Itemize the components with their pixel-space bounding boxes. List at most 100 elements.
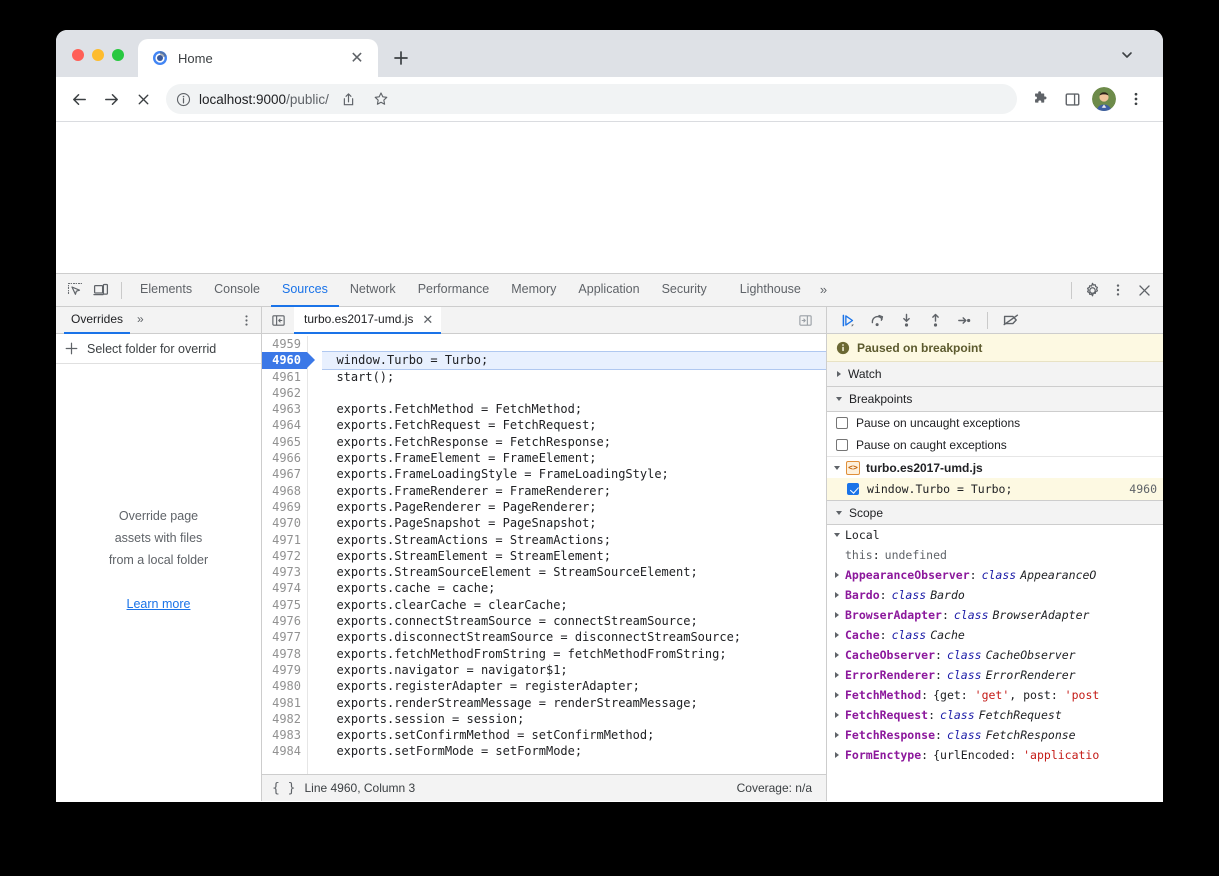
share-button[interactable] [337, 87, 361, 111]
editor-file-tab[interactable]: turbo.es2017-umd.js ✕ [294, 306, 442, 334]
tab-network[interactable]: Network [339, 274, 407, 307]
side-panel-button[interactable] [1057, 84, 1087, 114]
line-number[interactable]: 4963 [262, 401, 307, 417]
close-window-button[interactable] [72, 49, 84, 61]
line-number[interactable]: 4980 [262, 678, 307, 694]
stop-loading-button[interactable] [128, 84, 158, 114]
line-number[interactable]: 4971 [262, 532, 307, 548]
learn-more-link[interactable]: Learn more [127, 593, 191, 615]
maximize-window-button[interactable] [112, 49, 124, 61]
code-editor[interactable]: 4959 4960 4961 4962 4963 4964 4965 4966 4967 4968… [262, 334, 826, 774]
line-number[interactable]: 4975 [262, 597, 307, 613]
line-number[interactable]: 4960 [262, 352, 315, 369]
scope-variable-row[interactable]: FetchRequest: class FetchRequest [827, 705, 1163, 725]
line-number[interactable]: 4979 [262, 662, 307, 678]
line-number[interactable]: 4962 [262, 385, 307, 401]
pause-on-caught-exceptions-row[interactable]: Pause on caught exceptions [827, 434, 1163, 456]
line-number[interactable]: 4983 [262, 727, 307, 743]
device-toolbar-icon[interactable] [88, 277, 114, 303]
line-number[interactable]: 4964 [262, 417, 307, 433]
profile-avatar[interactable] [1092, 87, 1116, 111]
code-line[interactable]: start(); [322, 369, 826, 385]
scope-variable-row[interactable]: CacheObserver: class CacheObserver [827, 645, 1163, 665]
code-line[interactable]: exports.session = session; [322, 711, 826, 727]
line-number[interactable]: 4968 [262, 483, 307, 499]
scope-variable-row[interactable]: this: undefined [827, 545, 1163, 565]
pause-on-uncaught-exceptions-row[interactable]: Pause on uncaught exceptions [827, 412, 1163, 434]
code-line[interactable]: exports.StreamElement = StreamElement; [322, 548, 826, 564]
navigator-more-tabs-button[interactable]: » [130, 307, 150, 334]
line-number[interactable]: 4982 [262, 711, 307, 727]
line-number[interactable]: 4970 [262, 515, 307, 531]
chevron-right-icon[interactable] [835, 712, 839, 718]
scope-variable-row[interactable]: AppearanceObserver: class AppearanceO [827, 565, 1163, 585]
code-line[interactable]: exports.FetchMethod = FetchMethod; [322, 401, 826, 417]
extensions-button[interactable] [1025, 84, 1055, 114]
code-line[interactable]: exports.FrameLoadingStyle = FrameLoading… [322, 466, 826, 482]
code-line[interactable]: exports.PageRenderer = PageRenderer; [322, 499, 826, 515]
chevron-right-icon[interactable] [835, 632, 839, 638]
pause-on-caught-exceptions-checkbox[interactable] [836, 439, 848, 451]
minimize-window-button[interactable] [92, 49, 104, 61]
close-devtools-button[interactable] [1131, 277, 1157, 303]
code-line[interactable]: exports.registerAdapter = registerAdapte… [322, 678, 826, 694]
chevron-right-icon[interactable] [835, 692, 839, 698]
code-line[interactable] [322, 385, 826, 401]
tab-search-chevron-down-icon[interactable] [1113, 41, 1141, 69]
code-line[interactable]: exports.setFormMode = setFormMode; [322, 743, 826, 759]
line-number[interactable]: 4977 [262, 629, 307, 645]
tab-console[interactable]: Console [203, 274, 271, 307]
scope-variable-row[interactable]: BrowserAdapter: class BrowserAdapter [827, 605, 1163, 625]
code-line[interactable]: exports.disconnectStreamSource = disconn… [322, 629, 826, 645]
chevron-right-icon[interactable] [835, 592, 839, 598]
select-folder-for-overrides-button[interactable]: Select folder for overrid [56, 334, 261, 364]
code-line[interactable]: exports.StreamActions = StreamActions; [322, 532, 826, 548]
tab-elements[interactable]: Elements [129, 274, 203, 307]
tab-lighthouse[interactable]: Lighthouse [718, 274, 812, 307]
scope-variable-row[interactable]: FormEnctype: {urlEncoded: 'applicatio [827, 745, 1163, 765]
inspect-element-icon[interactable] [62, 277, 88, 303]
scope-variable-row[interactable]: Bardo: class Bardo [827, 585, 1163, 605]
step-into-next-function-call-button[interactable] [893, 308, 919, 332]
line-number[interactable]: 4981 [262, 695, 307, 711]
line-number[interactable]: 4965 [262, 434, 307, 450]
line-number[interactable]: 4967 [262, 466, 307, 482]
tab-performance[interactable]: Performance [407, 274, 501, 307]
code-line[interactable]: exports.PageSnapshot = PageSnapshot; [322, 515, 826, 531]
line-number[interactable]: 4976 [262, 613, 307, 629]
code-line[interactable] [322, 336, 826, 352]
breakpoints-section-header[interactable]: Breakpoints [827, 387, 1163, 412]
gear-icon[interactable] [1079, 277, 1105, 303]
code-line[interactable]: window.Turbo = Turbo; [322, 351, 826, 370]
line-number[interactable]: 4969 [262, 499, 307, 515]
deactivate-breakpoints-button[interactable] [998, 308, 1024, 332]
navigator-menu-button[interactable] [235, 309, 257, 331]
watch-section-header[interactable]: Watch [827, 362, 1163, 387]
code-line[interactable]: exports.FrameRenderer = FrameRenderer; [322, 483, 826, 499]
resume-script-execution-button[interactable] [835, 308, 861, 332]
chevron-right-icon[interactable] [835, 752, 839, 758]
code-line[interactable]: exports.StreamSourceElement = StreamSour… [322, 564, 826, 580]
step-button[interactable] [951, 308, 977, 332]
scope-variable-row[interactable]: FetchMethod: {get: 'get', post: 'post [827, 685, 1163, 705]
breakpoint-entry[interactable]: window.Turbo = Turbo; 4960 [827, 478, 1163, 500]
chevron-right-icon[interactable] [835, 672, 839, 678]
show-debugger-sidebar-button[interactable] [794, 309, 816, 331]
browser-tab[interactable]: Home ✕ [138, 39, 378, 77]
tab-memory[interactable]: Memory [500, 274, 567, 307]
tab-security[interactable]: Security [651, 274, 718, 307]
line-number[interactable]: 4959 [262, 336, 307, 352]
scope-section-header[interactable]: Scope [827, 500, 1163, 525]
code-line[interactable]: exports.connectStreamSource = connectStr… [322, 613, 826, 629]
bookmark-button[interactable] [369, 87, 393, 111]
tab-application[interactable]: Application [567, 274, 650, 307]
scope-variable-row[interactable]: FetchResponse: class FetchResponse [827, 725, 1163, 745]
step-out-of-current-function-button[interactable] [922, 308, 948, 332]
breakpoint-file-group[interactable]: <> turbo.es2017-umd.js [827, 456, 1163, 478]
line-number[interactable]: 4974 [262, 580, 307, 596]
pause-on-uncaught-exceptions-checkbox[interactable] [836, 417, 848, 429]
forward-button[interactable] [96, 84, 126, 114]
code-line[interactable]: exports.fetchMethodFromString = fetchMet… [322, 646, 826, 662]
more-tabs-button[interactable]: » [812, 274, 834, 307]
line-number[interactable]: 4973 [262, 564, 307, 580]
